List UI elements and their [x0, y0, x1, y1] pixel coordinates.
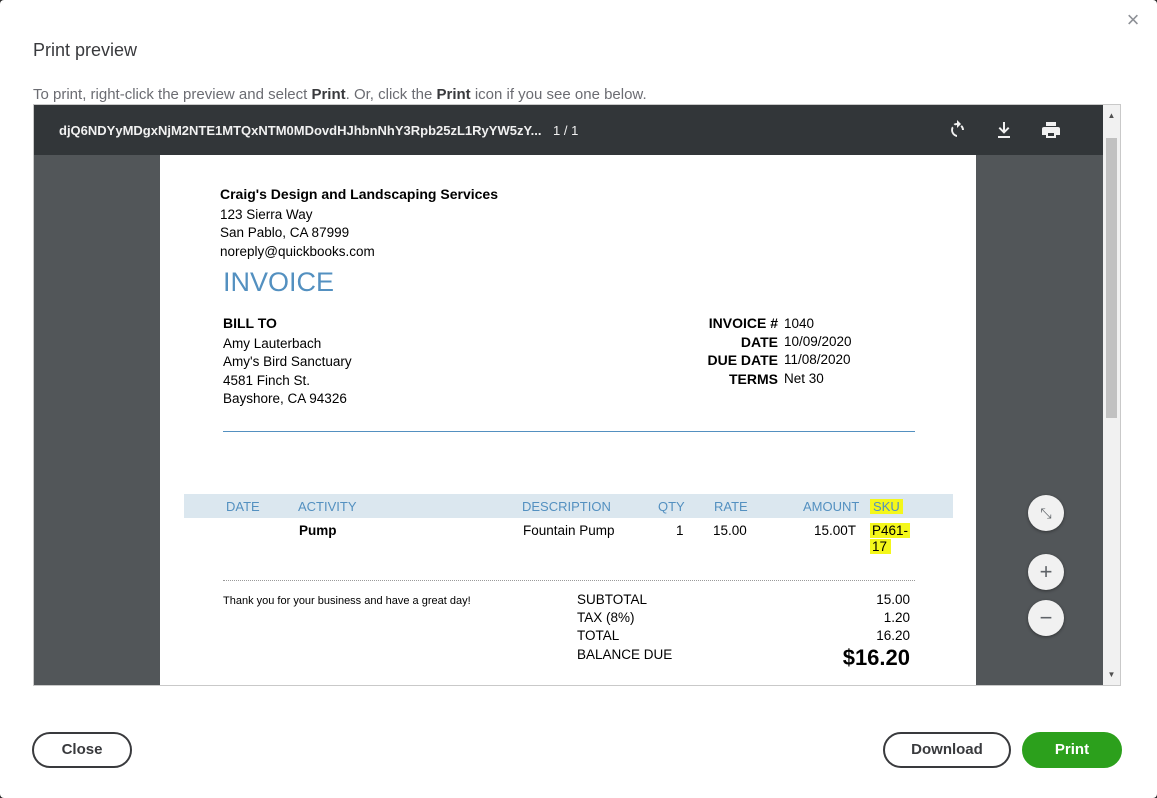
balance-due-value: $16.20 — [842, 645, 910, 670]
col-rate: RATE — [714, 499, 748, 514]
dialog-title: Print preview — [33, 40, 138, 60]
pdf-viewer[interactable]: djQ6NDYyMDgxNjM2NTE1MTQxNTM0MDovdHJhbnNh… — [33, 104, 1121, 686]
subtotal-value: 15.00 — [876, 592, 910, 607]
print-preview-dialog: × Print preview To print, right-click th… — [0, 0, 1157, 798]
tax-label: TAX (8%) — [577, 610, 635, 625]
zoom-in-button[interactable]: + — [1028, 554, 1064, 590]
row-amount: 15.00T — [814, 523, 857, 538]
print-button[interactable]: Print — [1022, 732, 1122, 768]
invoice-title: INVOICE — [223, 267, 335, 297]
print-icon[interactable] — [1039, 118, 1063, 142]
terms-label: TERMS — [729, 371, 778, 387]
bill-to-company: Amy's Bird Sanctuary — [223, 354, 352, 369]
thank-you-note: Thank you for your business and have a g… — [223, 595, 471, 607]
subtotal-label: SUBTOTAL — [577, 592, 648, 607]
tax-value: 1.20 — [883, 610, 910, 625]
due-date-value: 11/08/2020 — [784, 352, 851, 367]
download-button[interactable]: Download — [883, 732, 1011, 768]
download-icon[interactable] — [992, 118, 1016, 142]
row-activity: Pump — [299, 523, 337, 538]
page-indicator: 1 / 1 — [553, 123, 579, 138]
row-rate: 15.00 — [713, 523, 747, 538]
date-label: DATE — [740, 334, 778, 350]
instructions-text: To print, right-click the preview and se… — [33, 86, 647, 103]
scrollbar[interactable]: ▲ ▼ — [1103, 105, 1120, 685]
col-qty: QTY — [658, 499, 685, 514]
balance-due-label: BALANCE DUE — [577, 647, 673, 662]
col-activity: ACTIVITY — [298, 499, 357, 514]
total-label: TOTAL — [577, 628, 620, 643]
row-qty: 1 — [676, 523, 684, 538]
table-header: DATE ACTIVITY DESCRIPTION QTY RATE AMOUN… — [184, 494, 953, 518]
scroll-up-icon[interactable]: ▲ — [1103, 107, 1120, 124]
company-email: noreply@quickbooks.com — [220, 244, 375, 259]
row-sku-line2: 17 — [870, 539, 892, 554]
terms-value: Net 30 — [784, 371, 824, 386]
col-description: DESCRIPTION — [522, 499, 611, 514]
pdf-filename: djQ6NDYyMDgxNjM2NTE1MTQxNTM0MDovdHJhbnNh… — [59, 123, 542, 138]
company-name: Craig's Design and Landscaping Services — [220, 186, 498, 202]
company-address1: 123 Sierra Way — [220, 207, 313, 222]
close-button[interactable]: Close — [32, 732, 132, 768]
bill-to-address1: 4581 Finch St. — [223, 373, 311, 388]
close-icon[interactable]: × — [1123, 9, 1143, 31]
pdf-toolbar: djQ6NDYyMDgxNjM2NTE1MTQxNTM0MDovdHJhbnNh… — [34, 105, 1104, 155]
col-sku: SKU — [870, 499, 903, 514]
row-sku-line1: P461- — [870, 523, 911, 538]
scroll-thumb[interactable] — [1106, 138, 1117, 418]
rotate-icon[interactable] — [945, 118, 969, 142]
bill-to-name: Amy Lauterbach — [223, 336, 322, 351]
bill-to-label: BILL TO — [223, 315, 277, 331]
zoom-out-button[interactable]: − — [1028, 600, 1064, 636]
date-value: 10/09/2020 — [784, 334, 852, 349]
scroll-down-icon[interactable]: ▼ — [1103, 666, 1120, 683]
company-address2: San Pablo, CA 87999 — [220, 225, 350, 240]
bill-to-address2: Bayshore, CA 94326 — [223, 391, 347, 406]
col-date: DATE — [226, 499, 260, 514]
invoice-number-value: 1040 — [784, 316, 815, 331]
fit-to-page-icon[interactable]: ⤡ — [1028, 495, 1064, 531]
due-date-label: DUE DATE — [707, 352, 778, 368]
col-amount: AMOUNT — [803, 499, 860, 514]
divider — [223, 431, 915, 432]
total-value: 16.20 — [876, 628, 910, 643]
invoice-page: Craig's Design and Landscaping Services … — [160, 155, 976, 685]
row-description: Fountain Pump — [523, 523, 615, 538]
invoice-number-label: INVOICE # — [708, 315, 778, 331]
dotted-divider — [223, 580, 915, 581]
